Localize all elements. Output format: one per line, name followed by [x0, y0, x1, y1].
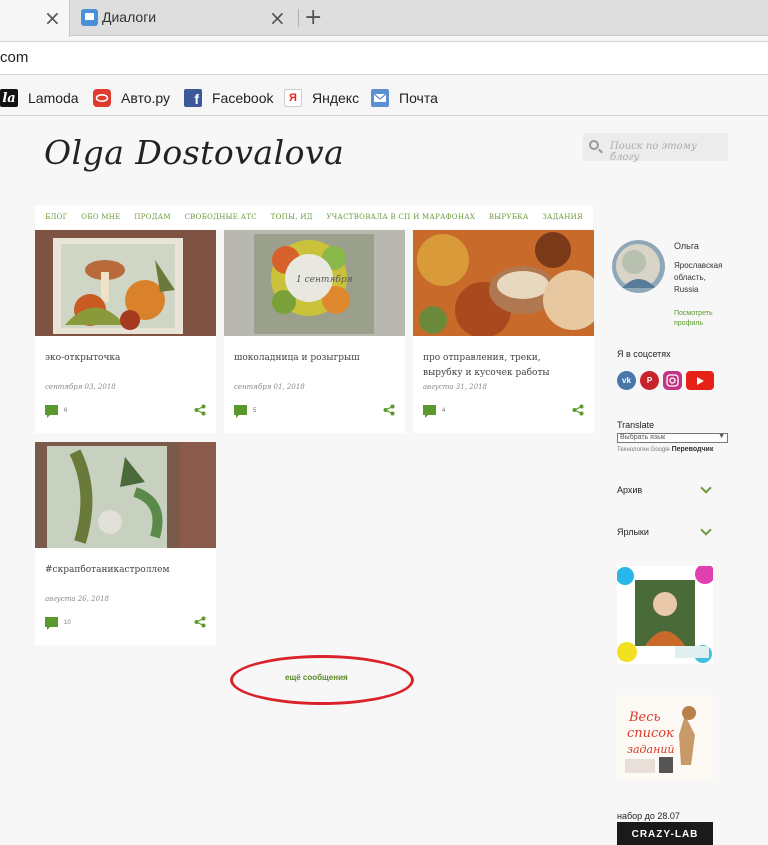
- search-icon: [589, 140, 599, 150]
- svg-text:список: список: [627, 726, 674, 741]
- bookmark-yandex[interactable]: Я Яндекс: [284, 88, 359, 108]
- crazy-lab-banner[interactable]: CRAZY-LAB: [617, 822, 713, 845]
- nav-participated[interactable]: УЧАСТВОВАЛА В СП И МАРАФОНАХ: [326, 213, 475, 221]
- browser-tab-bar: × Диалоги × +: [0, 0, 768, 37]
- bookmarks-bar: la Lamoda Авто.ру f Facebook Я Яндекс По…: [0, 79, 768, 116]
- blog-title[interactable]: Olga Dostovalova: [44, 133, 344, 172]
- blog-nav: БЛОГ ОБО МНЕ ПРОДАМ СВОБОДНЫЕ АТС ТОПЫ, …: [35, 205, 593, 229]
- comment-icon[interactable]: [45, 617, 58, 630]
- bookmark-label: Яндекс: [312, 90, 360, 106]
- bookmark-lamoda[interactable]: la Lamoda: [0, 88, 79, 108]
- comment-count: 5: [253, 408, 257, 414]
- share-icon[interactable]: [383, 404, 395, 416]
- profile-location: Ярославская область, Russia: [674, 261, 723, 294]
- chat-icon: [81, 9, 98, 26]
- comment-icon[interactable]: [234, 405, 247, 418]
- share-icon[interactable]: [194, 404, 206, 416]
- search-placeholder: Поиск по этому блогу: [610, 141, 697, 163]
- yandex-icon: Я: [284, 89, 302, 107]
- profile-name: Ольга: [674, 241, 699, 251]
- bookmark-facebook[interactable]: f Facebook: [184, 88, 273, 108]
- youtube-icon[interactable]: [686, 371, 714, 390]
- tab-separator: [298, 9, 299, 27]
- blog-search-input[interactable]: Поиск по этому блогу: [583, 133, 728, 163]
- view-profile-link[interactable]: Посмотреть профиль: [674, 309, 724, 329]
- nav-diecut[interactable]: ВЫРУБКА: [489, 213, 529, 221]
- avatar[interactable]: [612, 240, 665, 293]
- post-date: августа 31, 2018: [423, 383, 487, 391]
- post-thumbnail[interactable]: [35, 442, 216, 548]
- archive-heading[interactable]: Архив: [617, 485, 642, 495]
- comment-count: 10: [64, 620, 71, 626]
- share-icon[interactable]: [194, 616, 206, 628]
- nav-blog[interactable]: БЛОГ: [45, 213, 68, 221]
- browser-tab-dialogs[interactable]: Диалоги ×: [70, 0, 298, 36]
- share-icon[interactable]: [572, 404, 584, 416]
- comment-count: 4: [442, 408, 446, 414]
- bookmark-mail[interactable]: Почта: [371, 88, 438, 108]
- svg-text:Весь: Весь: [628, 710, 661, 725]
- post-date: сентября 03, 2018: [45, 383, 116, 391]
- nav-tasks[interactable]: ЗАДАНИЯ: [542, 213, 583, 221]
- powered-label: Технологии: [617, 447, 649, 453]
- translate-heading: Translate: [617, 420, 655, 430]
- post-card[interactable]: #скрапботаникастроллем августа 26, 2018 …: [35, 442, 216, 645]
- browser-tab-active[interactable]: ×: [0, 0, 70, 37]
- sidebar-tasks-image[interactable]: Весь список заданий: [617, 695, 713, 781]
- tab-title: Диалоги: [102, 9, 157, 25]
- post-card[interactable]: 1 сентября шоколадница и розыгрыш сентяб…: [224, 230, 405, 433]
- comment-icon[interactable]: [423, 405, 436, 418]
- new-tab-button[interactable]: +: [304, 5, 322, 30]
- post-thumbnail[interactable]: 1 сентября: [224, 230, 405, 336]
- pinterest-icon[interactable]: P: [640, 371, 659, 390]
- mail-icon: [371, 89, 389, 107]
- sidebar-note: набор до 28.07: [617, 811, 680, 821]
- post-title[interactable]: про отправления, треки, вырубку и кусоче…: [423, 351, 583, 381]
- url-input[interactable]: com: [0, 41, 768, 75]
- instagram-icon[interactable]: [663, 371, 682, 390]
- post-thumbnail[interactable]: [35, 230, 216, 336]
- chevron-down-icon: ▼: [718, 433, 725, 440]
- post-title[interactable]: эко-открыточка: [45, 351, 205, 366]
- chevron-down-icon[interactable]: [700, 482, 712, 494]
- bookmark-autoru[interactable]: Авто.ру: [93, 88, 170, 108]
- autoru-icon: [93, 89, 111, 107]
- nav-tops[interactable]: ТОПЫ, ИД: [271, 213, 313, 221]
- close-tab-icon[interactable]: ×: [269, 8, 286, 28]
- translate-select[interactable]: Выбрать язык ▼: [617, 433, 728, 443]
- post-thumbnail[interactable]: [413, 230, 594, 336]
- sidebar-badge-image[interactable]: [617, 566, 713, 664]
- facebook-icon: f: [184, 89, 202, 107]
- translate-service: Переводчик: [671, 446, 714, 453]
- bookmark-label: Авто.ру: [121, 90, 171, 106]
- chevron-down-icon[interactable]: [700, 524, 712, 536]
- post-title[interactable]: #скрапботаникастроллем: [45, 563, 205, 578]
- post-date: августа 26, 2018: [45, 595, 109, 603]
- nav-free-ats[interactable]: СВОБОДНЫЕ АТС: [185, 213, 257, 221]
- address-bar: com: [0, 37, 768, 79]
- bookmark-label: Facebook: [212, 90, 274, 106]
- close-tab-icon[interactable]: ×: [44, 8, 61, 28]
- svg-text:1 сентября: 1 сентября: [296, 274, 353, 285]
- nav-about[interactable]: ОБО МНЕ: [81, 213, 120, 221]
- post-card[interactable]: про отправления, треки, вырубку и кусоче…: [413, 230, 594, 433]
- bookmark-label: Почта: [399, 90, 438, 106]
- translate-select-value: Выбрать язык: [620, 434, 666, 441]
- post-date: сентября 01, 2018: [234, 383, 305, 391]
- bookmark-label: Lamoda: [28, 90, 79, 106]
- nav-sell[interactable]: ПРОДАМ: [134, 213, 171, 221]
- comment-icon[interactable]: [45, 405, 58, 418]
- comment-count: 6: [64, 408, 68, 414]
- google-logo: Google: [650, 447, 670, 453]
- post-title[interactable]: шоколадница и розыгрыш: [234, 351, 394, 366]
- banner-text: CRAZY-LAB: [631, 829, 699, 840]
- lamoda-icon: la: [0, 89, 18, 107]
- translate-powered: Технологии Google Переводчик: [617, 446, 713, 453]
- social-heading: Я в соцсетях: [617, 349, 671, 359]
- annotation-ellipse: [230, 655, 414, 705]
- vk-icon[interactable]: vk: [617, 371, 636, 390]
- labels-heading[interactable]: Ярлыки: [617, 527, 649, 537]
- post-card[interactable]: эко-открыточка сентября 03, 2018 6: [35, 230, 216, 433]
- svg-text:заданий: заданий: [627, 743, 675, 756]
